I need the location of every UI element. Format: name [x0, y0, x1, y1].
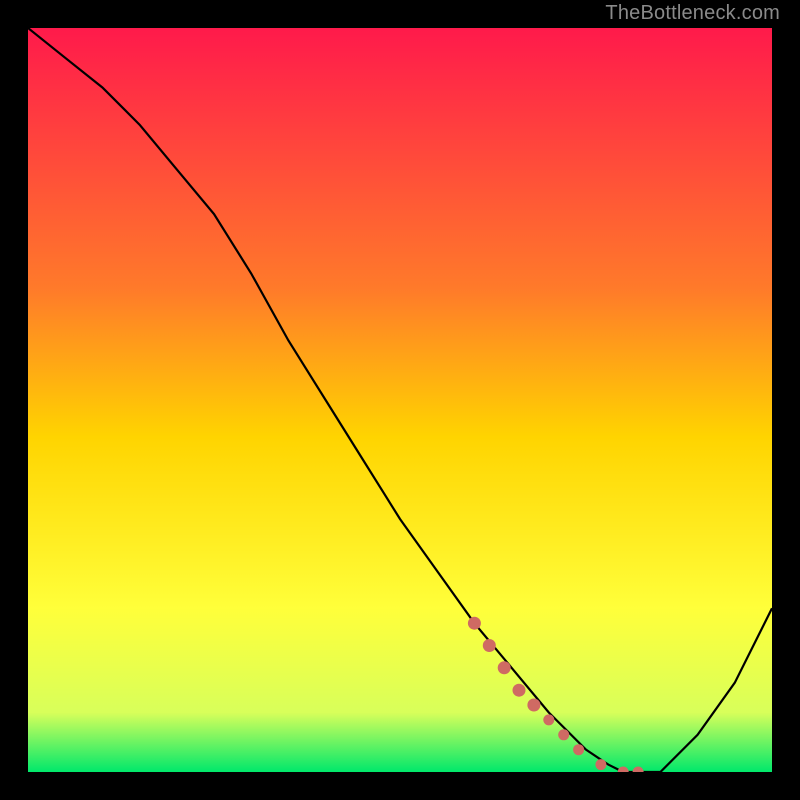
watermark-text: TheBottleneck.com — [605, 2, 780, 25]
highlight-dot — [595, 759, 606, 770]
highlight-dot — [498, 661, 511, 674]
highlight-dot — [513, 684, 526, 697]
highlight-dot — [468, 617, 481, 630]
highlight-dot — [527, 699, 540, 712]
gradient-background — [28, 28, 772, 772]
highlight-dot — [573, 744, 584, 755]
plot-area — [28, 28, 772, 772]
highlight-dot — [483, 639, 496, 652]
chart-frame: TheBottleneck.com — [0, 0, 800, 800]
chart-svg — [28, 28, 772, 772]
highlight-dot — [543, 714, 554, 725]
highlight-dot — [558, 729, 569, 740]
